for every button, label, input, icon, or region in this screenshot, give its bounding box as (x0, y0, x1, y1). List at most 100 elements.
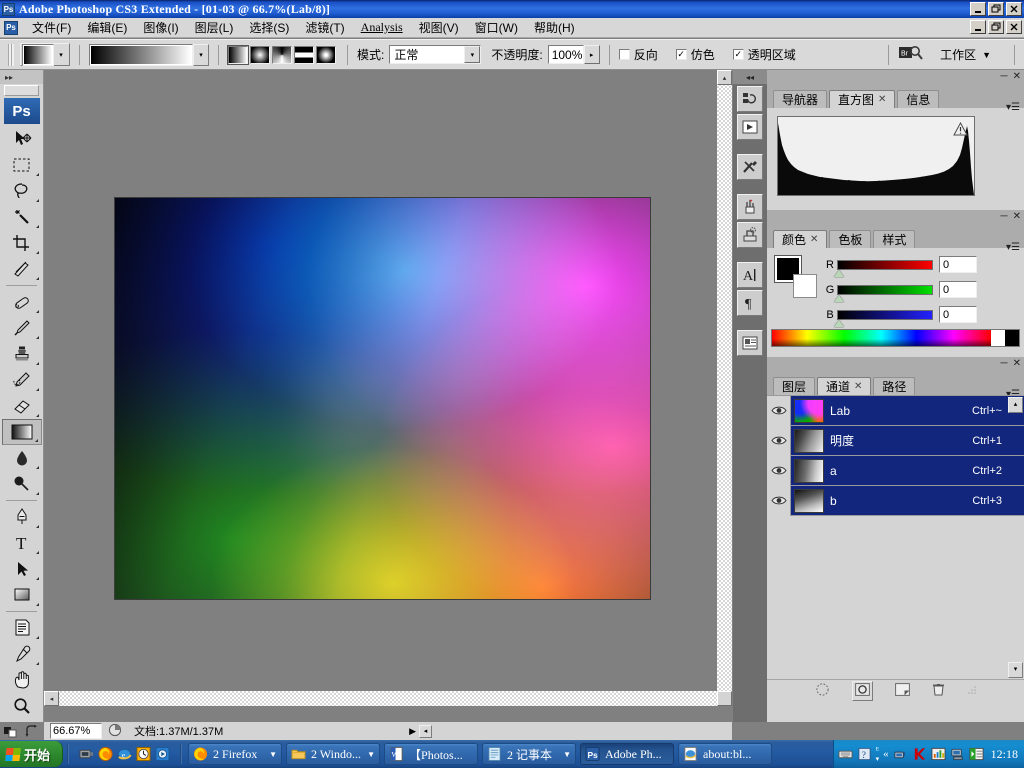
document-minimize-button[interactable] (970, 20, 986, 34)
menu-layer[interactable]: 图层(L) (187, 17, 242, 38)
tab-paths[interactable]: 路径 (873, 377, 916, 395)
linear-gradient-button[interactable] (227, 44, 249, 65)
taskbar-item-photoshop[interactable]: Ps Adobe Ph... (580, 743, 675, 765)
channel-visibility-toggle[interactable] (767, 455, 791, 486)
close-icon[interactable]: ✕ (1013, 211, 1021, 222)
chevron-down-icon[interactable]: ▼ (269, 750, 277, 759)
hand-tool[interactable] (2, 667, 42, 693)
clone-source-panel-icon[interactable] (737, 222, 763, 248)
move-tool[interactable] (2, 126, 42, 152)
language-bar-icon[interactable] (838, 747, 853, 762)
options-bar-grip[interactable] (8, 43, 14, 66)
taskbar-item-word-document[interactable]: W 【Photos... (384, 743, 479, 765)
color-panel-menu-button[interactable]: ▾☰ (1006, 242, 1020, 253)
actions-panel-icon[interactable] (737, 114, 763, 140)
image-canvas[interactable] (114, 197, 651, 600)
delete-channel-icon[interactable] (932, 682, 945, 699)
zoom-level-input[interactable]: 66.67% (50, 723, 102, 739)
toolbox-collapse-button[interactable]: ▸▸ (0, 70, 43, 84)
green-value-input[interactable]: 0 (939, 281, 977, 298)
path-selection-tool[interactable] (2, 556, 42, 582)
tab-navigator[interactable]: 导航器 (773, 90, 828, 108)
history-panel-icon[interactable] (737, 86, 763, 112)
help-icon[interactable]: ? (857, 747, 872, 762)
pen-tool[interactable] (2, 504, 42, 530)
white-swatch[interactable] (991, 330, 1005, 346)
clock-label[interactable]: 12:18 (991, 747, 1018, 762)
save-selection-as-channel-icon[interactable] (851, 680, 873, 701)
opacity-input[interactable]: 100% (547, 45, 584, 64)
menu-window[interactable]: 窗口(W) (467, 17, 526, 38)
tab-histogram[interactable]: 直方图 ✕ (829, 90, 896, 108)
menu-view[interactable]: 视图(V) (411, 17, 467, 38)
histogram-panel-titlebar[interactable]: ─ ✕ (767, 70, 1024, 86)
tab-color[interactable]: 颜色 ✕ (773, 230, 828, 248)
toolbox-drag-handle[interactable] (4, 85, 39, 96)
menu-help[interactable]: 帮助(H) (526, 17, 583, 38)
taskbar-item-about-blank[interactable]: about:bl... (678, 743, 773, 765)
menu-image[interactable]: 图像(I) (135, 17, 186, 38)
notes-tool[interactable] (2, 615, 42, 641)
close-icon[interactable]: ✕ (878, 94, 886, 105)
uncached-data-warning-icon[interactable] (953, 122, 968, 136)
minimize-button[interactable] (970, 2, 986, 16)
clock-icon[interactable] (136, 746, 151, 762)
workspace-button[interactable]: 工作区 ▼ (940, 46, 991, 63)
dither-checkbox[interactable]: ✓ 仿色 (675, 46, 715, 63)
chevron-down-icon[interactable]: ▼ (367, 750, 375, 759)
rectangle-shape-tool[interactable] (2, 582, 42, 608)
channels-panel-titlebar[interactable]: ─ ✕ (767, 357, 1024, 373)
paragraph-panel-icon[interactable]: ¶ (737, 290, 763, 316)
tool-presets-panel-icon[interactable] (737, 154, 763, 180)
create-new-channel-icon[interactable] (894, 682, 910, 699)
gradient-preset-picker[interactable]: ▾ (89, 43, 209, 66)
character-panel-icon[interactable]: A (737, 262, 763, 288)
lasso-tool[interactable] (2, 178, 42, 204)
show-desktop-icon[interactable] (79, 747, 94, 762)
background-color-swatch[interactable] (793, 274, 817, 298)
gradient-tool[interactable] (1, 419, 42, 445)
reverse-checkbox[interactable]: 反向 (618, 46, 658, 63)
canvas-vertical-scrollbar[interactable]: ▴ (717, 70, 732, 705)
dock-expand-button[interactable]: ◂◂ (733, 70, 767, 84)
black-swatch[interactable] (1005, 330, 1019, 346)
tab-channels[interactable]: 通道 ✕ (817, 377, 872, 395)
horizontal-type-tool[interactable]: T (2, 530, 42, 556)
channel-row-a[interactable]: a Ctrl+2 (767, 455, 1024, 486)
color-spectrum-ramp[interactable] (771, 329, 1020, 347)
taskbar-item-notepad[interactable]: 2 记事本 ▼ (482, 743, 577, 765)
blur-tool[interactable] (2, 445, 42, 471)
red-slider[interactable] (834, 259, 933, 277)
slice-tool[interactable] (2, 256, 42, 282)
tab-swatches[interactable]: 色板 (829, 230, 872, 248)
zoom-tool[interactable] (2, 693, 42, 719)
panel-resize-grip[interactable] (967, 684, 977, 698)
channel-row-lab[interactable]: Lab Ctrl+~ (767, 395, 1024, 426)
blend-mode-select[interactable]: 正常 ▾ (389, 45, 482, 64)
firefox-icon[interactable] (98, 746, 113, 762)
taskbar-item-firefox[interactable]: 2 Firefox ▼ (188, 743, 283, 765)
green-slider[interactable] (834, 284, 933, 302)
chevron-down-icon[interactable]: ▼ (563, 750, 571, 759)
history-brush-tool[interactable] (2, 367, 42, 393)
restore-button[interactable] (988, 2, 1004, 16)
dodge-tool[interactable] (2, 471, 42, 497)
close-button[interactable] (1006, 2, 1022, 16)
brushes-panel-icon[interactable] (737, 194, 763, 220)
slider-thumb[interactable] (834, 269, 844, 277)
network-connection-icon[interactable] (950, 747, 965, 762)
minimize-icon[interactable]: ─ (1001, 211, 1008, 222)
tool-preset-picker[interactable]: ▾ (20, 43, 70, 66)
channel-visibility-toggle[interactable] (767, 485, 791, 516)
preview-options-icon[interactable] (108, 723, 122, 740)
eyedropper-tool[interactable] (2, 641, 42, 667)
close-icon[interactable]: ✕ (810, 234, 818, 245)
close-icon[interactable]: ✕ (854, 381, 862, 392)
internet-explorer-icon[interactable]: e (117, 747, 132, 762)
network-icon[interactable] (893, 747, 908, 762)
blue-value-input[interactable]: 0 (939, 306, 977, 323)
magic-wand-tool[interactable] (2, 204, 42, 230)
document-restore-button[interactable] (988, 20, 1004, 34)
opacity-stepper[interactable]: ▸ (583, 45, 600, 64)
chevron-down-icon[interactable]: ▾ (464, 46, 481, 63)
